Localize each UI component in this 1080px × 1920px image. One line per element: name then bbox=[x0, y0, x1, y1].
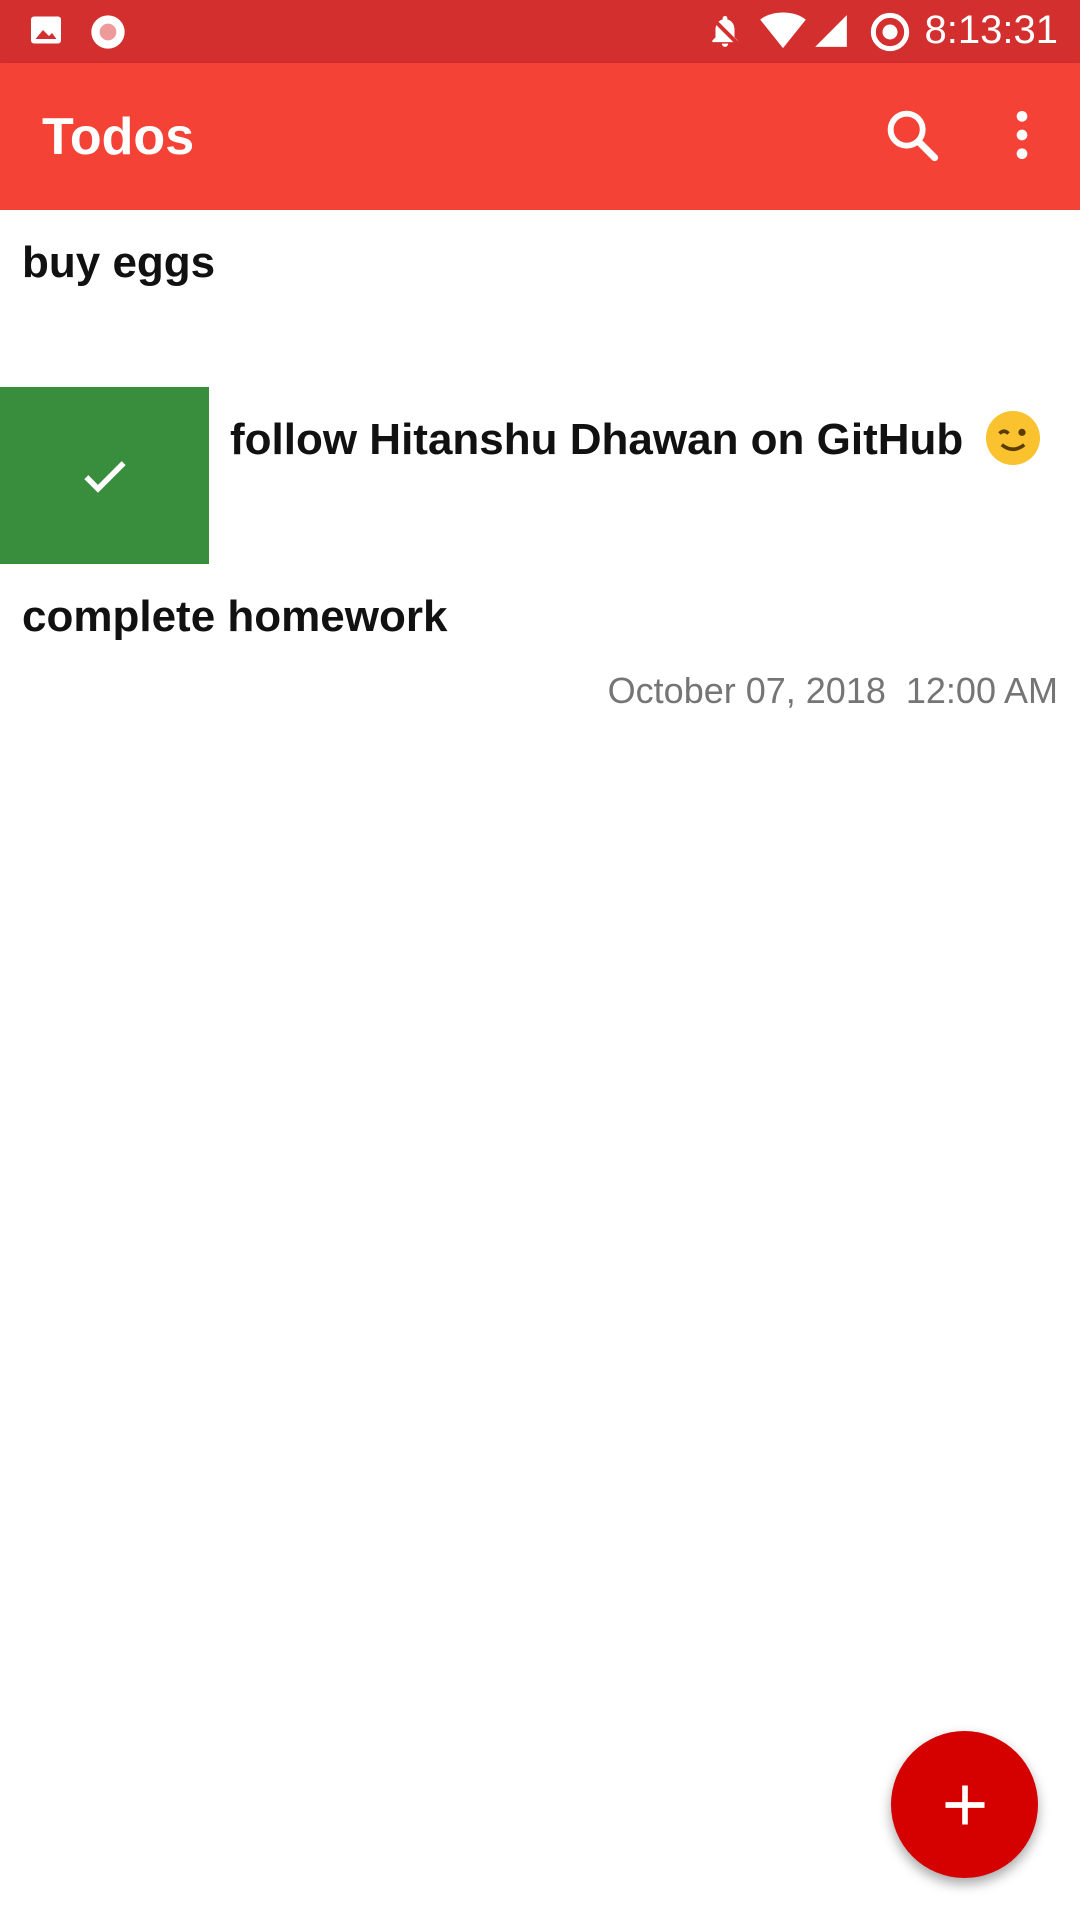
signal-icon bbox=[812, 12, 850, 55]
todo-item-follow[interactable]: follow Hitanshu Dhawan on GitHub bbox=[209, 387, 1080, 564]
todo-item-buy-eggs[interactable]: buy eggs bbox=[0, 210, 1080, 387]
screen: 8:13:31 Todos buy eggs follow Hitanshu D… bbox=[0, 0, 1080, 1920]
wifi-icon bbox=[760, 12, 806, 55]
todo-title: follow Hitanshu Dhawan on GitHub bbox=[230, 411, 1040, 469]
todo-title: buy eggs bbox=[22, 238, 216, 287]
check-icon bbox=[83, 460, 126, 493]
add-todo-button[interactable] bbox=[891, 1731, 1038, 1878]
app-title: Todos bbox=[42, 108, 195, 166]
app-bar: Todos bbox=[0, 63, 1080, 210]
search-icon[interactable] bbox=[880, 103, 944, 167]
todo-title-text: follow Hitanshu Dhawan on GitHub bbox=[230, 415, 964, 464]
plus-icon bbox=[945, 1785, 984, 1824]
do-not-disturb-icon bbox=[870, 12, 910, 57]
status-time: 8:13:31 bbox=[924, 8, 1058, 52]
done-badge[interactable] bbox=[0, 387, 209, 564]
todo-item-homework[interactable]: complete homework October 07, 2018 12:00… bbox=[0, 564, 1080, 764]
todo-title: complete homework bbox=[22, 592, 448, 641]
todo-due-date: October 07, 2018 12:00 AM bbox=[608, 670, 1058, 712]
winking-face-icon bbox=[985, 411, 1040, 466]
todo-date: October 07, 2018 bbox=[607, 670, 886, 711]
status-bar: 8:13:31 bbox=[0, 0, 1080, 63]
recording-icon bbox=[88, 12, 128, 57]
image-icon bbox=[28, 12, 64, 53]
notifications-off-icon bbox=[706, 12, 744, 55]
todo-time: 12:00 AM bbox=[905, 670, 1058, 711]
more-vert-icon[interactable] bbox=[990, 103, 1054, 167]
